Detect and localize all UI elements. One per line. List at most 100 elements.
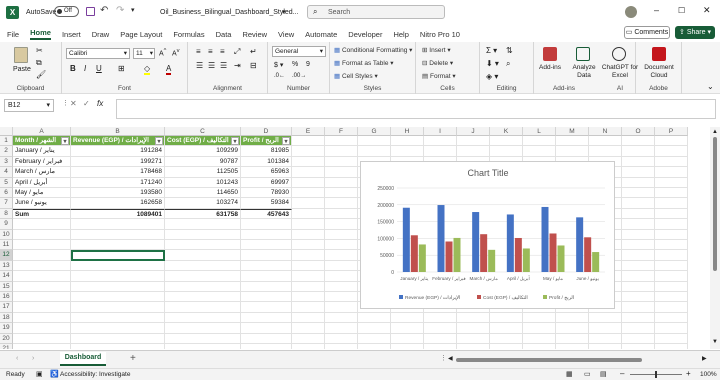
addins-button[interactable]: Add-ins	[539, 64, 561, 71]
grid-cell[interactable]	[325, 323, 358, 334]
find-select-icon[interactable]: ⌕	[506, 59, 510, 69]
grid-cell[interactable]	[241, 292, 292, 303]
grid-cell[interactable]	[391, 136, 424, 147]
grid-cell[interactable]	[556, 146, 589, 157]
grid-cell[interactable]	[523, 344, 556, 349]
row-header[interactable]: 5	[0, 177, 13, 188]
grid-cell[interactable]	[292, 229, 325, 240]
sheet-options-icon[interactable]: ⋮	[440, 354, 447, 362]
grid-cell[interactable]	[13, 292, 71, 303]
grid-cell[interactable]	[523, 136, 556, 147]
column-header[interactable]: O	[622, 127, 655, 136]
autosave-toggle[interactable]: Off	[54, 6, 79, 17]
row-header[interactable]: 19	[0, 323, 13, 334]
grid-cell[interactable]	[655, 323, 688, 334]
comma-icon[interactable]: 9	[306, 61, 310, 68]
grid-cell[interactable]	[424, 333, 457, 344]
grid-cell[interactable]	[589, 136, 622, 147]
grid-cell[interactable]	[622, 198, 655, 209]
comments-button[interactable]: ▭ Comments	[624, 26, 670, 39]
value-cell[interactable]: 78930	[241, 188, 292, 199]
grid-cell[interactable]	[490, 344, 523, 349]
conditional-formatting-button[interactable]: ▦ Conditional Formatting ▾	[334, 46, 412, 54]
grid-cell[interactable]	[165, 250, 241, 261]
chart[interactable]: Chart Title 250000 200000 150000 100000 50000…	[360, 161, 615, 309]
grid-cell[interactable]	[622, 240, 655, 251]
grid-cell[interactable]	[325, 156, 358, 168]
grid-cell[interactable]	[13, 302, 71, 313]
grid-cell[interactable]	[241, 302, 292, 313]
grid-cell[interactable]	[71, 271, 165, 282]
grow-font-icon[interactable]: A^	[159, 48, 166, 57]
value-cell[interactable]: 114650	[165, 188, 241, 199]
undo-icon[interactable]: ↶	[100, 5, 108, 16]
grid-cell[interactable]	[71, 344, 165, 349]
paste-button[interactable]: Paste	[13, 66, 31, 73]
value-cell[interactable]: 101243	[165, 177, 241, 188]
filter-dropdown-icon[interactable]: ▾	[282, 137, 290, 145]
file-title-dropdown-icon[interactable]: ▾	[282, 8, 286, 16]
grid-cell[interactable]	[292, 271, 325, 282]
row-header[interactable]: 20	[0, 333, 13, 344]
grid-cell[interactable]	[523, 323, 556, 334]
analyze-data-icon[interactable]	[576, 47, 590, 61]
grid-cell[interactable]	[13, 229, 71, 240]
grid-cell[interactable]	[292, 156, 325, 168]
merge-icon[interactable]: ⊟	[250, 61, 257, 70]
grid-cell[interactable]	[71, 240, 165, 251]
cell-styles-button[interactable]: ▦ Cell Styles ▾	[334, 72, 378, 80]
value-cell[interactable]: 81985	[241, 146, 292, 157]
grid-cell[interactable]	[589, 344, 622, 349]
grid-cell[interactable]	[241, 323, 292, 334]
horizontal-scrollbar[interactable]: ◀ ▶	[448, 356, 710, 364]
grid-cell[interactable]	[655, 136, 688, 147]
sum-label[interactable]: Sum	[13, 208, 71, 220]
grid-cell[interactable]	[358, 312, 391, 324]
grid-cell[interactable]	[490, 323, 523, 334]
grid-cell[interactable]	[457, 136, 490, 147]
grid-cell[interactable]	[655, 302, 688, 313]
month-cell[interactable]: April / أبريل	[13, 177, 71, 188]
page-break-view-icon[interactable]: ▤	[600, 370, 607, 378]
grid-cell[interactable]	[13, 323, 71, 334]
grid-cell[interactable]	[165, 312, 241, 324]
grid-cell[interactable]	[165, 344, 241, 349]
adobe-pdf-icon[interactable]	[652, 47, 666, 61]
grid-cell[interactable]	[358, 344, 391, 349]
grid-cell[interactable]	[325, 260, 358, 272]
percent-icon[interactable]: %	[292, 61, 298, 68]
grid-cell[interactable]	[622, 208, 655, 220]
analyze-data-button[interactable]: Analyze Data	[572, 64, 596, 80]
grid-cell[interactable]	[292, 333, 325, 344]
grid-cell[interactable]	[457, 323, 490, 334]
sheet-tab-dashboard[interactable]: Dashboard	[60, 352, 106, 366]
row-header[interactable]: 18	[0, 312, 13, 324]
align-middle-icon[interactable]: ≡	[208, 47, 213, 56]
grid-cell[interactable]	[241, 219, 292, 230]
grid-cell[interactable]	[292, 198, 325, 209]
filter-dropdown-icon[interactable]: ▾	[231, 137, 239, 145]
grid-cell[interactable]	[71, 219, 165, 230]
value-cell[interactable]: 112505	[165, 167, 241, 178]
tab-data[interactable]: Data	[216, 30, 232, 39]
avatar[interactable]	[625, 6, 637, 18]
grid-cell[interactable]	[622, 188, 655, 199]
grid-cell[interactable]	[165, 260, 241, 272]
grid-cell[interactable]	[589, 146, 622, 157]
autosum-icon[interactable]: Σ ▾	[486, 46, 497, 55]
column-header[interactable]: D	[241, 127, 292, 136]
grid-cell[interactable]	[589, 312, 622, 324]
grid-cell[interactable]	[325, 250, 358, 261]
delete-cells-button[interactable]: ⊟ Delete ▾	[422, 59, 453, 67]
zoom-level[interactable]: 100%	[700, 371, 717, 378]
grid-cell[interactable]	[655, 198, 688, 209]
tab-help[interactable]: Help	[393, 30, 408, 39]
grid-cell[interactable]	[241, 250, 292, 261]
grid-cell[interactable]	[655, 344, 688, 349]
row-header[interactable]: 4	[0, 167, 13, 178]
page-layout-view-icon[interactable]: ▭	[584, 370, 591, 378]
share-button[interactable]: ⇪ Share ▾	[675, 26, 715, 39]
save-icon[interactable]	[86, 7, 95, 16]
customize-qat-icon[interactable]: ▾	[131, 6, 135, 14]
tab-draw[interactable]: Draw	[92, 30, 110, 39]
